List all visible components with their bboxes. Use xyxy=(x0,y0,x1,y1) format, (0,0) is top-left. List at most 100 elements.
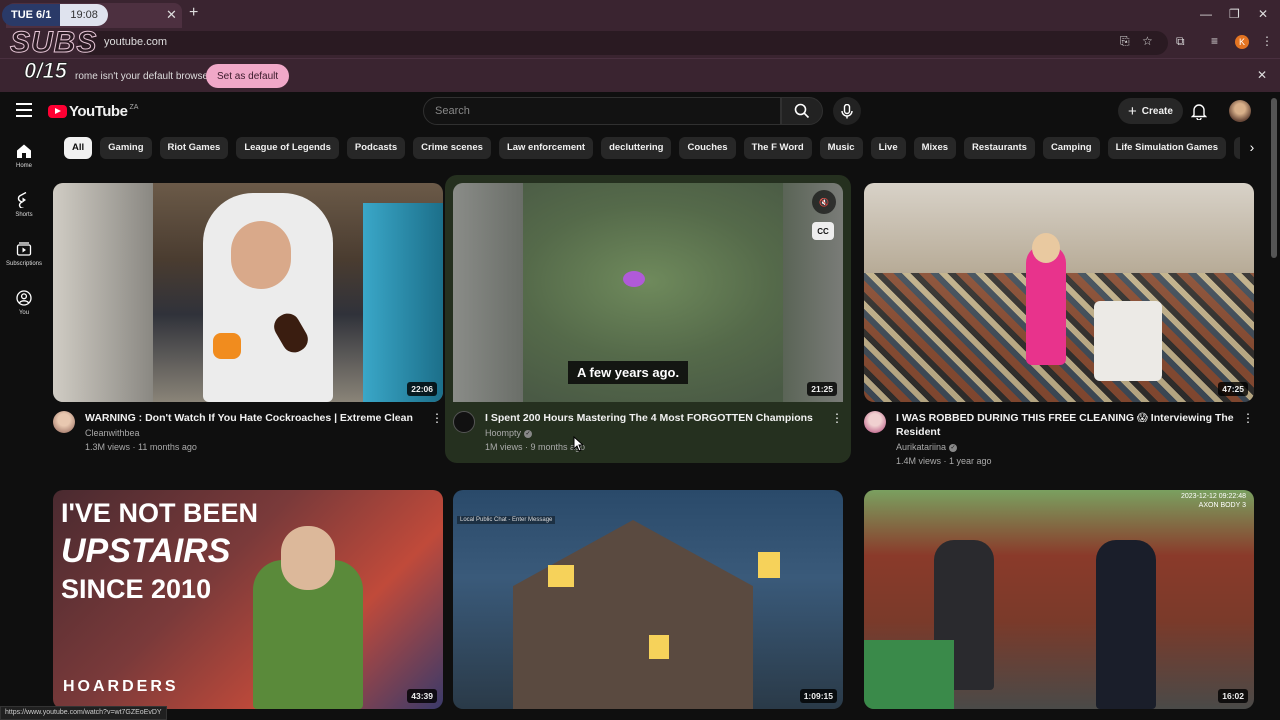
closed-captions-icon[interactable]: CC xyxy=(812,222,834,240)
sidebar-item-shorts[interactable]: Shorts xyxy=(0,182,48,231)
video-duration: 16:02 xyxy=(1218,689,1248,703)
address-bar-row: youtube.com ⎘ ☆ ⧉ ≡ ⋮ xyxy=(0,28,1280,58)
notifications-bell-icon[interactable] xyxy=(1191,102,1207,120)
channel-name-text[interactable]: Aurikatariina xyxy=(896,442,946,452)
more-options-icon[interactable]: ⋮ xyxy=(831,411,843,425)
microphone-icon xyxy=(841,103,853,118)
clock-day: TUE 6/1 xyxy=(2,4,61,26)
search-box[interactable] xyxy=(423,97,781,125)
filter-chip[interactable]: Podcasts xyxy=(346,137,406,159)
media-controls-icon[interactable]: ≡ xyxy=(1211,34,1218,48)
filter-chip[interactable]: Crime scenes xyxy=(413,137,491,159)
thumb-window-lit xyxy=(758,552,780,578)
logo-text: YouTube xyxy=(69,103,128,120)
thumb-glove xyxy=(213,333,241,359)
search-button[interactable] xyxy=(781,97,823,125)
shorts-icon xyxy=(17,192,27,208)
thumb-text-line: I'VE NOT BEEN xyxy=(61,498,258,528)
filter-chip[interactable]: League of Legends xyxy=(236,137,339,159)
thumb-text-line: UPSTAIRS xyxy=(61,532,231,570)
filter-chip[interactable]: Mixes xyxy=(913,137,957,159)
filter-chip[interactable]: Riot Games xyxy=(159,137,229,159)
more-options-icon[interactable]: ⋮ xyxy=(431,411,443,425)
create-button[interactable]: + Create xyxy=(1118,98,1183,124)
thumb-house xyxy=(513,520,753,709)
verified-icon: ✓ xyxy=(524,429,533,438)
thumb-person-face xyxy=(231,221,291,289)
filter-chip[interactable]: decluttering xyxy=(601,137,672,159)
extensions-icon[interactable]: ⧉ xyxy=(1176,34,1185,49)
new-tab-icon[interactable]: + xyxy=(189,4,198,22)
chrome-menu-icon[interactable]: ⋮ xyxy=(1261,34,1273,48)
filter-chips-bar: All Gaming Riot Games League of Legends Podc… xyxy=(64,137,1264,159)
filter-chip[interactable]: Camping xyxy=(1042,137,1100,159)
minimize-icon[interactable]: — xyxy=(1200,7,1212,21)
thumb-bodycam-stamp: 2023-12-12 09:22:48 AXON BODY 3 xyxy=(1181,492,1246,510)
thumb-person-pink xyxy=(1026,245,1066,365)
thumb-stamp-line: AXON BODY 3 xyxy=(1198,502,1246,509)
hamburger-menu-icon[interactable] xyxy=(16,103,32,121)
filter-chip[interactable]: Gaming xyxy=(100,137,152,159)
youtube-logo[interactable]: YouTube ZA xyxy=(48,103,138,120)
video-stats: 1.4M views · 1 year ago xyxy=(896,456,992,466)
sidebar-item-you[interactable]: You xyxy=(0,280,48,329)
video-stats: 1.3M views · 11 months ago xyxy=(85,442,197,452)
channel-name[interactable]: Hoompty ✓ xyxy=(485,428,533,438)
chevron-right-icon[interactable]: › xyxy=(1240,137,1264,159)
infobar-text: rome isn't your default browser xyxy=(75,71,212,82)
filter-chip[interactable]: All xyxy=(64,137,93,159)
home-icon xyxy=(17,144,31,158)
video-title[interactable]: I Spent 200 Hours Mastering The 4 Most F… xyxy=(485,411,825,425)
channel-name-text[interactable]: Cleanwithbea xyxy=(85,428,140,438)
url-text[interactable]: youtube.com xyxy=(104,36,167,48)
filter-chip[interactable]: Law enforcement xyxy=(498,137,594,159)
sidebar-item-subscriptions[interactable]: Subscriptions xyxy=(0,231,48,280)
filter-chip[interactable]: Live xyxy=(870,137,906,159)
channel-avatar[interactable] xyxy=(864,411,886,433)
sidebar-label: You xyxy=(18,310,30,316)
video-thumbnail[interactable]: Local Public Chat - Enter Message 1:09:1… xyxy=(453,490,843,709)
video-stats: 1M views · 9 months ago xyxy=(485,442,586,452)
profile-avatar[interactable]: K xyxy=(1235,35,1249,49)
filter-chip[interactable]: Life Simulation Games xyxy=(1107,137,1226,159)
mute-icon[interactable]: 🔇 xyxy=(812,190,836,214)
country-code: ZA xyxy=(129,104,139,111)
filter-chip[interactable]: Couches xyxy=(679,137,736,159)
video-player-preview[interactable]: 🔇 CC A few years ago. 21:25 xyxy=(453,183,843,402)
video-thumbnail[interactable]: 2023-12-12 09:22:48 AXON BODY 3 16:02 xyxy=(864,490,1254,709)
thumb-officer xyxy=(1096,540,1156,709)
thumb-window-lit xyxy=(548,565,574,587)
thumb-window-lit xyxy=(649,635,669,659)
video-thumbnail[interactable]: I'VE NOT BEEN UPSTAIRS SINCE 2010 HOARDE… xyxy=(53,490,443,709)
window-close-icon[interactable]: ✕ xyxy=(1258,7,1268,21)
channel-name[interactable]: Cleanwithbea xyxy=(85,428,140,438)
account-avatar[interactable] xyxy=(1229,100,1251,122)
create-label: Create xyxy=(1141,105,1173,117)
video-thumbnail[interactable]: 22:06 xyxy=(53,183,443,402)
channel-avatar[interactable] xyxy=(53,411,75,433)
thumb-champion xyxy=(623,271,645,287)
search-input[interactable] xyxy=(424,98,780,124)
set-as-default-button[interactable]: Set as default xyxy=(206,64,290,88)
channel-name[interactable]: Aurikatariina ✓ xyxy=(896,442,958,452)
filter-chip[interactable]: Music xyxy=(819,137,863,159)
restore-icon[interactable]: ❐ xyxy=(1229,7,1240,21)
channel-avatar[interactable] xyxy=(453,411,475,433)
youtube-play-icon xyxy=(48,105,67,118)
more-options-icon[interactable]: ⋮ xyxy=(1242,411,1254,425)
subs-overlay-count: 0/15 xyxy=(24,58,68,84)
channel-name-text[interactable]: Hoompty xyxy=(485,428,521,438)
filter-chip[interactable]: The F Word xyxy=(743,137,812,159)
tab-close-icon[interactable]: ✕ xyxy=(166,7,177,23)
voice-search-button[interactable] xyxy=(833,97,861,125)
infobar-close-icon[interactable]: ✕ xyxy=(1257,68,1267,82)
video-title[interactable]: WARNING : Don't Watch If You Hate Cockro… xyxy=(85,411,425,425)
bookmark-star-icon[interactable]: ☆ xyxy=(1142,34,1153,48)
install-app-icon[interactable]: ⎘ xyxy=(1120,34,1130,49)
sidebar-item-home[interactable]: Home xyxy=(0,133,48,182)
filter-chip[interactable]: Restaurants xyxy=(964,137,1035,159)
omnibox[interactable]: youtube.com xyxy=(78,31,1168,55)
video-title[interactable]: I WAS ROBBED DURING THIS FREE CLEANING 😱… xyxy=(896,411,1236,439)
video-thumbnail[interactable]: 47:25 xyxy=(864,183,1254,402)
page-scrollbar[interactable] xyxy=(1271,98,1277,258)
